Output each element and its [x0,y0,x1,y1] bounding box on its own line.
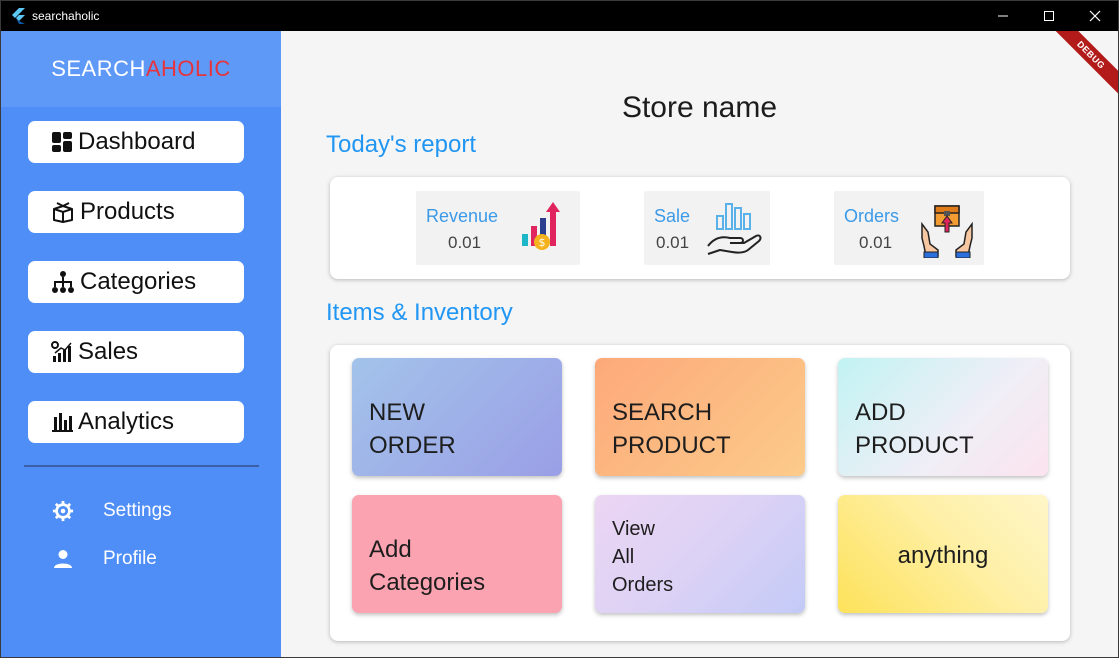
brand-logo: SEARCH AHOLIC [1,31,281,107]
hand-chart-icon [707,203,762,255]
page-title: Store name [621,91,778,124]
tile-line2: PRODUCT [612,432,731,459]
sidebar: SEARCH AHOLIC Dashboard Products Categor… [1,31,281,657]
tile-line1: anything [897,542,989,569]
sidebar-divider [24,465,259,467]
view-all-orders-tile[interactable]: View All Orders [595,495,805,613]
maximize-icon [1044,11,1054,21]
stat-revenue[interactable]: Revenue 0.01 $ [416,191,580,265]
brand-part1: SEARCH [51,56,146,81]
stat-orders-label: Orders [844,206,900,226]
inventory-section-title: Items & Inventory [326,299,513,326]
main-content: DEBUG Store name Today's report Revenue … [281,31,1118,657]
tile-line3: Orders [612,574,674,596]
nav-categories-label: Categories [80,268,197,295]
hierarchy-icon [52,271,74,293]
settings-label: Settings [103,500,172,521]
title-bar: searchaholic [1,1,1118,31]
profile-label: Profile [103,548,157,569]
tile-line1: Add [369,536,412,563]
stat-revenue-label: Revenue [426,206,499,226]
nav-categories-button[interactable]: Categories [28,261,244,303]
tile-line2: Categories [369,569,486,596]
new-order-tile[interactable]: NEW ORDER [352,358,562,476]
dashboard-icon [52,132,72,152]
tile-line1: NEW [369,399,425,426]
minimize-button[interactable] [980,1,1026,31]
anything-tile[interactable]: anything [838,495,1048,613]
gear-icon [52,500,74,522]
nav-products-label: Products [80,198,175,225]
add-categories-tile[interactable]: Add Categories [352,495,562,613]
revenue-growth-icon: $ [522,202,560,250]
close-button[interactable] [1072,1,1118,31]
nav-dashboard-label: Dashboard [78,128,196,155]
app-window: searchaholic SEARCH AHOLIC Dashboard Pro… [0,0,1119,658]
window-title: searchaholic [32,9,100,23]
inventory-card: NEW ORDER SEARCH PRODUCT ADD PRODUCT Add… [330,345,1070,641]
nav-sales-label: Sales [78,338,139,365]
sidebar-item-profile[interactable]: Profile [51,545,251,573]
search-product-tile[interactable]: SEARCH PRODUCT [595,358,805,476]
tile-line1: View [612,518,655,540]
nav-products-button[interactable]: Products [28,191,244,233]
tile-line1: SEARCH [612,399,713,426]
stat-sale-label: Sale [654,206,691,226]
flutter-logo-icon [12,8,25,24]
nav-sales-button[interactable]: Sales [28,331,244,373]
sidebar-item-settings[interactable]: Settings [51,497,251,525]
tile-line2: PRODUCT [855,432,974,459]
tile-line2: All [612,546,635,568]
box-icon [53,202,73,223]
nav-dashboard-button[interactable]: Dashboard [28,121,244,163]
svg-text:$: $ [539,236,546,249]
report-section-title: Today's report [326,131,476,158]
stat-orders-value: 0.01 [859,233,893,252]
tile-line1: ADD [855,399,906,426]
tile-line2: ORDER [369,432,456,459]
debug-banner: DEBUG [1046,31,1118,100]
minimize-icon [998,15,1008,17]
add-product-tile[interactable]: ADD PRODUCT [838,358,1048,476]
bar-chart-icon [52,413,73,432]
sales-chart-icon [51,341,72,362]
maximize-button[interactable] [1026,1,1072,31]
stat-sale[interactable]: Sale 0.01 [644,191,770,265]
brand-part2: AHOLIC [145,56,231,81]
stat-sale-value: 0.01 [656,233,690,252]
stat-revenue-value: 0.01 [448,233,482,252]
report-card: Revenue 0.01 $ Sale 0.01 Orders 0.01 [330,177,1070,279]
person-icon [54,550,72,568]
nav-analytics-label: Analytics [78,408,175,435]
stat-orders[interactable]: Orders 0.01 [834,191,984,265]
package-hands-icon [921,205,973,258]
close-icon [1089,10,1101,22]
nav-analytics-button[interactable]: Analytics [28,401,244,443]
